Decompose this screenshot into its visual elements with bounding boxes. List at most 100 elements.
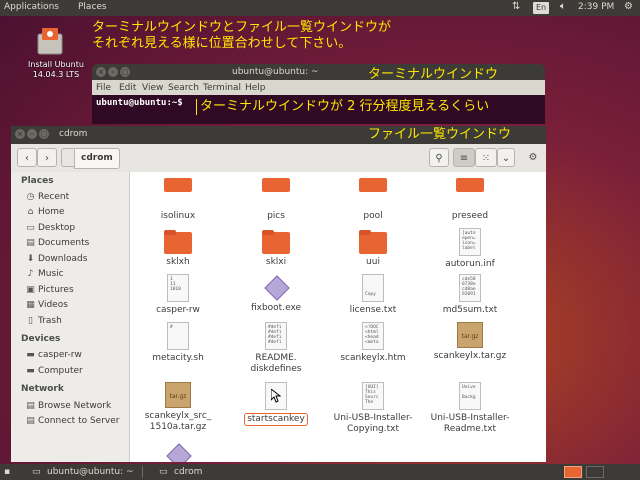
volume-icon[interactable]: 🔈︎ <box>560 1 566 12</box>
sidebar-item-trash[interactable]: ▯ Trash <box>25 316 62 326</box>
maximize-icon[interactable]: □ <box>120 67 130 77</box>
sidebar-item-pictures[interactable]: ▣ Pictures <box>25 285 73 295</box>
sidebar-item-home[interactable]: ⌂ Home <box>25 207 65 217</box>
workspace-switcher-1[interactable] <box>564 466 582 478</box>
file-item[interactable]: cde50 0738e cd8ae 92091 md5sum.txt <box>422 274 518 316</box>
chevron-down-icon: ⌄ <box>501 153 511 164</box>
sidebar-item-label: Desktop <box>38 223 76 233</box>
executable-icon <box>165 442 191 462</box>
file-item[interactable]: isolinux <box>130 178 226 222</box>
music-icon: ♪ <box>27 269 34 279</box>
back-button[interactable]: ‹ <box>17 148 37 167</box>
minimize-icon[interactable]: – <box>27 129 37 139</box>
install-ubuntu-label-line1: Install Ubuntu <box>28 60 84 69</box>
sidebar-item-recent[interactable]: ◷ Recent <box>25 192 70 202</box>
sidebar-item-desktop[interactable]: ▭ Desktop <box>25 223 75 233</box>
view-options-button[interactable]: ⌄ <box>497 148 515 167</box>
minimize-icon[interactable]: – <box>108 67 118 77</box>
file-name: scankeylx.htm <box>340 353 406 363</box>
list-icon: ≡ <box>459 153 469 164</box>
devices-heading: Devices <box>21 334 61 344</box>
file-name: casper-rw <box>156 305 200 315</box>
text-file-icon: [UUI] This Sourc The <box>362 382 384 410</box>
terminal-prompt: ubuntu@ubuntu:~$ <box>96 98 183 108</box>
clock[interactable]: 2:39 PM <box>578 2 614 12</box>
sidebar-item-connect-to-server[interactable]: ▤ Connect to Server <box>25 416 119 426</box>
menu-search[interactable]: Search <box>168 83 199 93</box>
file-item[interactable]: pics <box>228 178 324 222</box>
menu-edit[interactable]: Edit <box>119 83 136 93</box>
forward-button[interactable]: › <box>37 148 57 167</box>
sidebar-item-videos[interactable]: ▦ Videos <box>25 300 68 310</box>
applications-menu[interactable]: Applications <box>4 2 59 12</box>
file-item[interactable]: #defi #defi #defi #defi README. diskdefin… <box>228 322 324 375</box>
network-icon: ▤ <box>26 401 35 411</box>
sidebar-item-label: Documents <box>38 238 90 248</box>
file-manager-window[interactable]: × – □ cdrom ‹ › cdrom ⚲ ≡ ⁙ ⌄ ⚙ Places ◷… <box>11 126 546 462</box>
sidebar-item-label: Recent <box>38 192 70 202</box>
gear-icon[interactable]: ⚙ <box>624 1 633 12</box>
list-view-button[interactable]: ≡ <box>453 148 475 167</box>
show-desktop-icon[interactable]: ▪ <box>4 467 10 477</box>
sidebar-item-computer[interactable]: ▬ Computer <box>25 366 83 376</box>
sidebar-item-documents[interactable]: ▤ Documents <box>25 238 89 248</box>
menu-file[interactable]: File <box>96 83 111 93</box>
sidebar-item-downloads[interactable]: ⬇ Downloads <box>25 254 88 264</box>
taskbar-item-cdrom[interactable]: cdrom <box>174 467 202 477</box>
file-item[interactable]: tar.gz scankeylx.tar.gz <box>422 322 518 362</box>
places-menu[interactable]: Places <box>78 2 107 12</box>
file-name: sklxh <box>166 257 190 267</box>
workspace-switcher-2[interactable] <box>586 466 604 478</box>
install-ubuntu-icon[interactable] <box>36 26 64 56</box>
keyboard-layout-indicator[interactable]: En <box>533 2 549 14</box>
menu-view[interactable]: View <box>142 83 163 93</box>
sidebar-item-music[interactable]: ♪ Music <box>25 269 64 279</box>
file-item[interactable]: pool <box>325 178 421 222</box>
taskbar-divider <box>142 466 143 478</box>
close-icon[interactable]: × <box>96 67 106 77</box>
file-item-selected[interactable]: startscankey <box>228 382 324 426</box>
terminal-size-hint: ターミナルウインドウが 2 行分程度見えるくらい <box>196 99 489 115</box>
file-item[interactable]: <!DOC <html <head <meta scankeylx.htm <box>325 322 421 364</box>
file-item[interactable]: 1 11 1010 casper-rw <box>130 274 226 316</box>
close-icon[interactable]: × <box>15 129 25 139</box>
file-item[interactable]: uui <box>325 230 421 268</box>
menu-help[interactable]: Help <box>245 83 266 93</box>
file-item[interactable]: tar.gz scankeylx_src_ 1510a.tar.gz <box>130 382 226 433</box>
sidebar-item-casper-rw[interactable]: ▬ casper-rw <box>25 350 82 360</box>
file-item[interactable]: Unive Backg Uni-USB-Installer- Readme.tx… <box>422 382 518 435</box>
text-file-icon: cde50 0738e cd8ae 92091 <box>459 274 481 302</box>
search-icon: ⚲ <box>435 153 443 164</box>
file-name: sklxi <box>265 257 287 267</box>
top-panel: Applications Places ⇅ En 🔈︎ 2:39 PM ⚙ <box>0 0 640 16</box>
file-item[interactable]: preseed <box>422 178 518 222</box>
breadcrumb-cdrom[interactable]: cdrom <box>74 148 120 169</box>
file-name: fixboot.exe <box>250 303 302 313</box>
file-item[interactable]: sklxh <box>130 230 226 268</box>
file-name: license.txt <box>349 305 397 315</box>
file-item[interactable] <box>130 442 226 462</box>
terminal-window-label: ターミナルウインドウ <box>368 67 499 82</box>
sidebar-item-browse-network[interactable]: ▤ Browse Network <box>25 401 111 411</box>
file-item[interactable]: fixboot.exe <box>228 274 324 314</box>
file-item[interactable]: sklxi <box>228 230 324 268</box>
taskbar-item-terminal[interactable]: ubuntu@ubuntu: ~ <box>47 467 134 477</box>
chevron-left-icon: ‹ <box>25 153 29 164</box>
network-transfer-icon[interactable]: ⇅ <box>512 1 520 12</box>
sidebar-item-label: Home <box>38 207 65 217</box>
file-item[interactable]: [UUI] This Sourc The Uni-USB-Installer- C… <box>325 382 421 435</box>
maximize-icon[interactable]: □ <box>39 129 49 139</box>
settings-button[interactable]: ⚙ <box>523 148 543 167</box>
menu-terminal[interactable]: Terminal <box>203 83 241 93</box>
location-parent-button[interactable] <box>61 148 75 167</box>
gear-icon: ⚙ <box>528 152 538 163</box>
drive-icon: ▬ <box>26 350 35 360</box>
file-item[interactable]: # metacity.sh <box>130 322 226 364</box>
search-button[interactable]: ⚲ <box>429 148 449 167</box>
grid-view-button[interactable]: ⁙ <box>475 148 497 167</box>
file-item[interactable]: [auto open= icon= label autorun.inf <box>422 228 518 270</box>
computer-icon: ▬ <box>26 366 35 376</box>
file-name: startscankey <box>244 413 308 426</box>
file-item[interactable]: Copy license.txt <box>325 274 421 316</box>
cursor-icon <box>271 389 281 403</box>
